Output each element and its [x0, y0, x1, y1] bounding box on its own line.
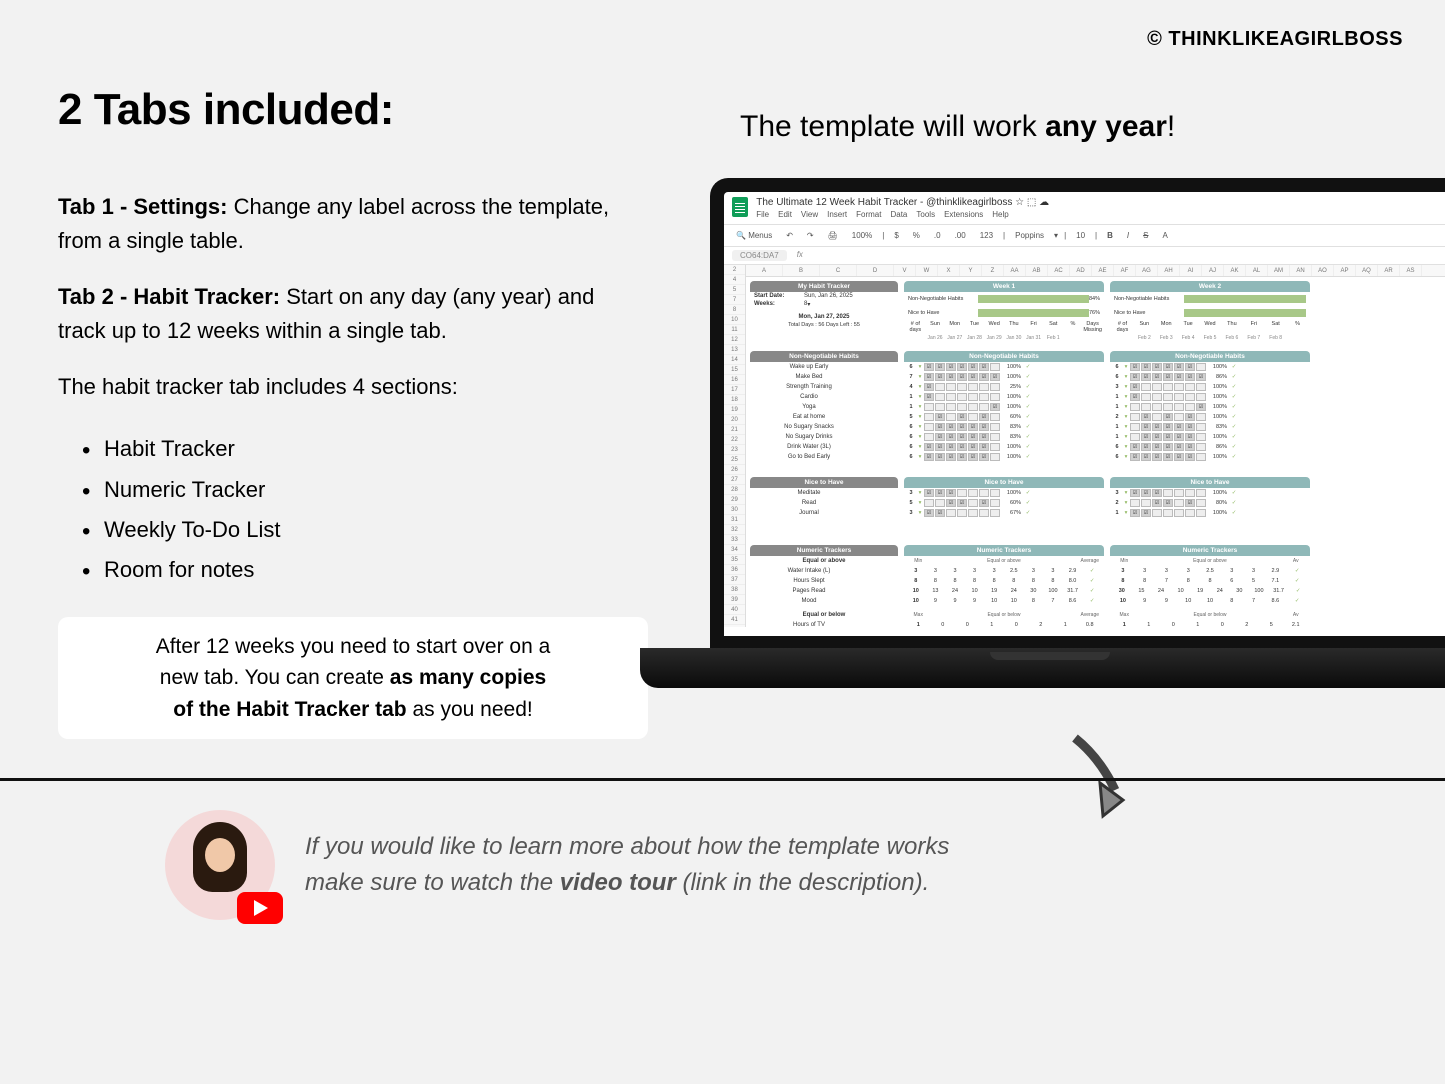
- row-headers: 2457810111213141516171819202122232526272…: [724, 265, 746, 627]
- page-title: 2 Tabs included:: [58, 85, 394, 135]
- sheets-header: The Ultimate 12 Week Habit Tracker - @th…: [724, 192, 1445, 225]
- nice-habits-list: Nice to Have MeditateReadJournal: [750, 477, 898, 518]
- nice-habits-week2: Nice to Have 3▾☑☑☑100%✓2▾☑☑☑80%✓1▾☑☑100%…: [1110, 477, 1310, 518]
- nn-habits-list: Non-Negotiable Habits Wake up EarlyMake …: [750, 351, 898, 462]
- laptop-screen: The Ultimate 12 Week Habit Tracker - @th…: [710, 178, 1445, 650]
- list-item: Room for notes: [82, 553, 648, 587]
- list-item: Habit Tracker: [82, 432, 648, 466]
- sections-intro: The habit tracker tab includes 4 section…: [58, 370, 648, 404]
- tab2-description: Tab 2 - Habit Tracker: Start on any day …: [58, 280, 648, 348]
- spreadsheet-grid[interactable]: 2457810111213141516171819202122232526272…: [724, 265, 1445, 627]
- note-callout: After 12 weeks you need to start over on…: [58, 617, 648, 740]
- list-item: Weekly To-Do List: [82, 513, 648, 547]
- doc-title[interactable]: The Ultimate 12 Week Habit Tracker - @th…: [756, 197, 1049, 208]
- nice-habits-week1: Nice to Have 3▾☑☑☑100%✓5▾☑☑☑60%✓3▾☑☑67%✓: [904, 477, 1104, 518]
- section-divider: [0, 778, 1445, 781]
- menu-bar[interactable]: FileEditViewInsertFormatDataToolsExtensi…: [756, 210, 1049, 219]
- col-headers: ABCDVWXYZAAABACADAEAFAGAHAIAJAKALAMANAOA…: [746, 265, 1445, 277]
- numeric-list: Numeric Trackers Equal or above Water In…: [750, 545, 898, 627]
- tab1-description: Tab 1 - Settings: Change any label acros…: [58, 190, 648, 258]
- numeric-week2: Numeric Trackers MinEqual or aboveAv 333…: [1110, 545, 1310, 627]
- sheets-logo-icon: [732, 197, 748, 217]
- formula-bar[interactable]: CO64:DA7fx: [724, 247, 1445, 265]
- nn-habits-week2: Non-Negotiable Habits 6▾☑☑☑☑☑☑100%✓6▾☑☑☑…: [1110, 351, 1310, 462]
- settings-panel: My Habit Tracker Start Date:Sun, Jan 26,…: [750, 281, 898, 329]
- toolbar[interactable]: 🔍 Menus ↶↷🖨 100%| $%.0.00123 |Poppins▾|1…: [724, 225, 1445, 247]
- numeric-week1: Numeric Trackers MinEqual or aboveAverag…: [904, 545, 1104, 627]
- list-item: Numeric Tracker: [82, 473, 648, 507]
- subheading: The template will work any year!: [740, 110, 1175, 144]
- nn-habits-week1: Non-Negotiable Habits 6▾☑☑☑☑☑☑100%✓7▾☑☑☑…: [904, 351, 1104, 462]
- laptop-base: [640, 648, 1445, 688]
- footer-text: If you would like to learn more about ho…: [305, 829, 949, 901]
- settings-title: My Habit Tracker: [750, 281, 898, 292]
- week1-summary: Week 1 Non-Negotiable Habits84% Nice to …: [904, 281, 1104, 342]
- youtube-icon[interactable]: [237, 892, 283, 924]
- week2-summary: Week 2 Non-Negotiable Habits Nice to Hav…: [1110, 281, 1310, 342]
- laptop-mockup: The Ultimate 12 Week Habit Tracker - @th…: [640, 168, 1445, 688]
- author-avatar: [165, 810, 275, 920]
- description-column: Tab 1 - Settings: Change any label acros…: [58, 190, 648, 739]
- copyright-text: © THINKLIKEAGIRLBOSS: [1147, 28, 1403, 51]
- footer-cta: If you would like to learn more about ho…: [0, 810, 1445, 920]
- sections-list: Habit Tracker Numeric Tracker Weekly To-…: [82, 432, 648, 586]
